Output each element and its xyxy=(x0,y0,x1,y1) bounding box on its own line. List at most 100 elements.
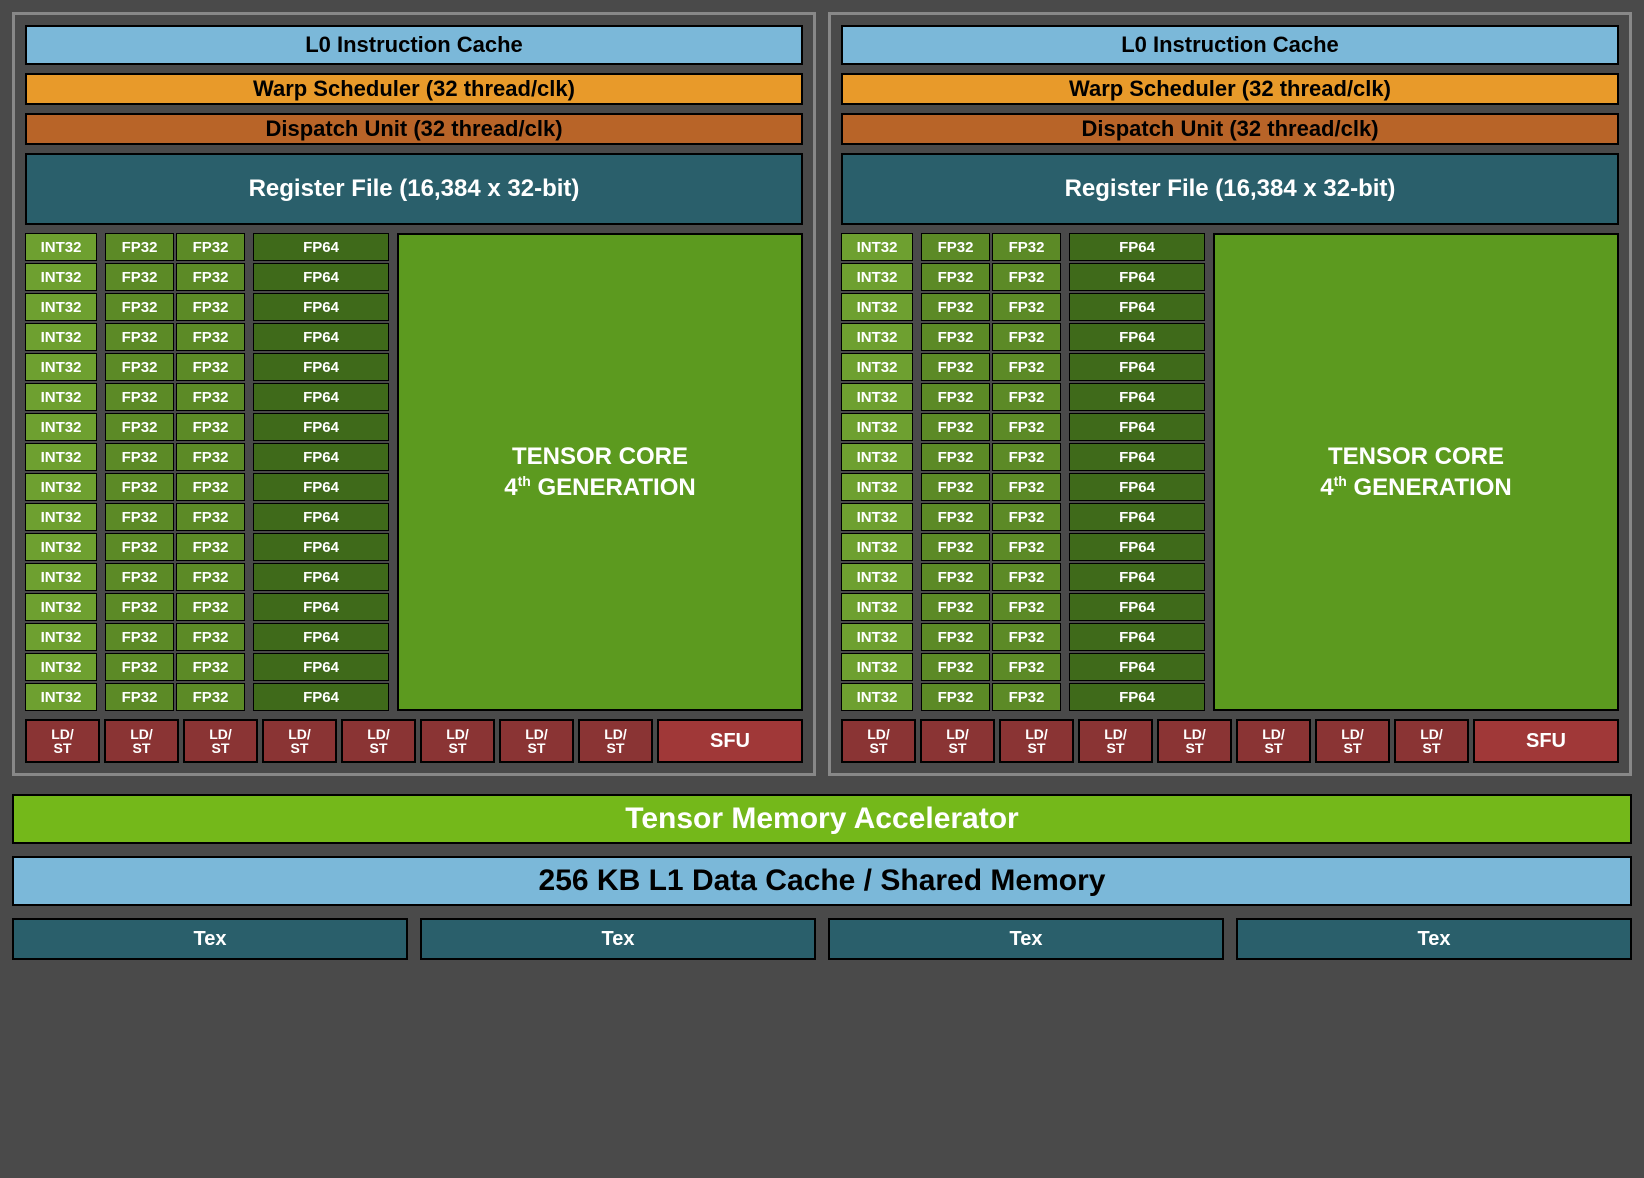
fp32-unit: FP32 xyxy=(105,503,174,531)
fp64-unit: FP64 xyxy=(253,473,389,501)
int32-unit: INT32 xyxy=(25,353,97,381)
fp32-unit: FP32 xyxy=(105,353,174,381)
fp64-unit: FP64 xyxy=(1069,293,1205,321)
fp32-unit: FP32 xyxy=(105,473,174,501)
int32-unit: INT32 xyxy=(841,323,913,351)
fp32-unit: FP32 xyxy=(992,383,1061,411)
fp32-unit: FP32 xyxy=(105,563,174,591)
int32-unit: INT32 xyxy=(25,593,97,621)
int32-unit: INT32 xyxy=(841,263,913,291)
tex-row: TexTexTexTex xyxy=(12,918,1632,960)
execution-units: INT32INT32INT32INT32INT32INT32INT32INT32… xyxy=(841,233,1619,711)
l0-instruction-cache: L0 Instruction Cache xyxy=(841,25,1619,65)
fp32-unit: FP32 xyxy=(921,503,990,531)
fp32-unit: FP32 xyxy=(176,683,245,711)
register-file: Register File (16,384 x 32-bit) xyxy=(841,153,1619,225)
int32-unit: INT32 xyxy=(841,443,913,471)
tensor-core: TENSOR CORE4th GENERATION xyxy=(1213,233,1619,711)
int32-unit: INT32 xyxy=(841,413,913,441)
l0-instruction-cache: L0 Instruction Cache xyxy=(25,25,803,65)
int32-unit: INT32 xyxy=(25,323,97,351)
load-store-unit: LD/ST xyxy=(578,719,653,763)
fp32-unit: FP32 xyxy=(921,353,990,381)
fp32-unit: FP32 xyxy=(921,563,990,591)
int32-unit: INT32 xyxy=(25,653,97,681)
int32-unit: INT32 xyxy=(25,473,97,501)
register-file: Register File (16,384 x 32-bit) xyxy=(25,153,803,225)
tex-unit: Tex xyxy=(828,918,1224,960)
fp32-unit: FP32 xyxy=(105,443,174,471)
fp32-unit: FP32 xyxy=(176,623,245,651)
load-store-unit: LD/ST xyxy=(999,719,1074,763)
fp32-unit: FP32 xyxy=(921,293,990,321)
fp32-unit: FP32 xyxy=(105,623,174,651)
tex-unit: Tex xyxy=(1236,918,1632,960)
fp32-group: FP32FP32FP32FP32FP32FP32FP32FP32FP32FP32… xyxy=(921,233,1061,711)
int32-unit: INT32 xyxy=(841,473,913,501)
load-store-unit: LD/ST xyxy=(1078,719,1153,763)
load-store-row: LD/STLD/STLD/STLD/STLD/STLD/STLD/STLD/ST… xyxy=(25,719,803,763)
load-store-unit: LD/ST xyxy=(499,719,574,763)
int32-unit: INT32 xyxy=(25,683,97,711)
fp32-unit: FP32 xyxy=(992,533,1061,561)
fp32-unit: FP32 xyxy=(992,653,1061,681)
fp64-unit: FP64 xyxy=(1069,443,1205,471)
int32-unit: INT32 xyxy=(841,533,913,561)
sfu-unit: SFU xyxy=(1473,719,1619,763)
fp32-unit: FP32 xyxy=(992,593,1061,621)
load-store-row: LD/STLD/STLD/STLD/STLD/STLD/STLD/STLD/ST… xyxy=(841,719,1619,763)
fp32-unit: FP32 xyxy=(992,443,1061,471)
fp32-unit: FP32 xyxy=(176,473,245,501)
load-store-unit: LD/ST xyxy=(920,719,995,763)
int32-unit: INT32 xyxy=(25,623,97,651)
fp64-unit: FP64 xyxy=(1069,593,1205,621)
load-store-unit: LD/ST xyxy=(183,719,258,763)
fp64-unit: FP64 xyxy=(253,653,389,681)
load-store-unit: LD/ST xyxy=(1394,719,1469,763)
int32-unit: INT32 xyxy=(25,383,97,411)
fp64-unit: FP64 xyxy=(1069,503,1205,531)
int32-unit: INT32 xyxy=(25,533,97,561)
fp64-unit: FP64 xyxy=(253,383,389,411)
int32-unit: INT32 xyxy=(841,593,913,621)
fp32-column: FP32FP32FP32FP32FP32FP32FP32FP32FP32FP32… xyxy=(105,233,174,711)
fp64-unit: FP64 xyxy=(1069,473,1205,501)
fp32-unit: FP32 xyxy=(921,443,990,471)
fp32-unit: FP32 xyxy=(176,353,245,381)
int32-unit: INT32 xyxy=(25,443,97,471)
tex-unit: Tex xyxy=(420,918,816,960)
fp64-column: FP64FP64FP64FP64FP64FP64FP64FP64FP64FP64… xyxy=(253,233,389,711)
int32-unit: INT32 xyxy=(25,293,97,321)
load-store-unit: LD/ST xyxy=(341,719,416,763)
fp32-group: FP32FP32FP32FP32FP32FP32FP32FP32FP32FP32… xyxy=(105,233,245,711)
fp32-unit: FP32 xyxy=(921,533,990,561)
l1-data-cache: 256 KB L1 Data Cache / Shared Memory xyxy=(12,856,1632,906)
fp32-unit: FP32 xyxy=(176,653,245,681)
fp64-unit: FP64 xyxy=(253,323,389,351)
tensor-memory-accelerator: Tensor Memory Accelerator xyxy=(12,794,1632,844)
sm-partition: L0 Instruction CacheWarp Scheduler (32 t… xyxy=(12,12,816,776)
fp32-unit: FP32 xyxy=(176,533,245,561)
fp32-unit: FP32 xyxy=(105,653,174,681)
fp64-unit: FP64 xyxy=(253,413,389,441)
dispatch-unit: Dispatch Unit (32 thread/clk) xyxy=(841,113,1619,145)
load-store-unit: LD/ST xyxy=(104,719,179,763)
fp64-unit: FP64 xyxy=(1069,683,1205,711)
fp64-unit: FP64 xyxy=(1069,563,1205,591)
int32-unit: INT32 xyxy=(25,503,97,531)
fp32-unit: FP32 xyxy=(176,413,245,441)
load-store-unit: LD/ST xyxy=(1315,719,1390,763)
load-store-unit: LD/ST xyxy=(1157,719,1232,763)
fp32-unit: FP32 xyxy=(176,233,245,261)
fp64-unit: FP64 xyxy=(1069,533,1205,561)
fp32-unit: FP32 xyxy=(176,293,245,321)
fp32-unit: FP32 xyxy=(921,593,990,621)
fp32-unit: FP32 xyxy=(105,593,174,621)
fp32-unit: FP32 xyxy=(105,323,174,351)
fp32-unit: FP32 xyxy=(992,473,1061,501)
int32-unit: INT32 xyxy=(841,233,913,261)
fp64-unit: FP64 xyxy=(253,503,389,531)
fp32-unit: FP32 xyxy=(921,683,990,711)
partition-row: L0 Instruction CacheWarp Scheduler (32 t… xyxy=(12,12,1632,776)
load-store-unit: LD/ST xyxy=(420,719,495,763)
